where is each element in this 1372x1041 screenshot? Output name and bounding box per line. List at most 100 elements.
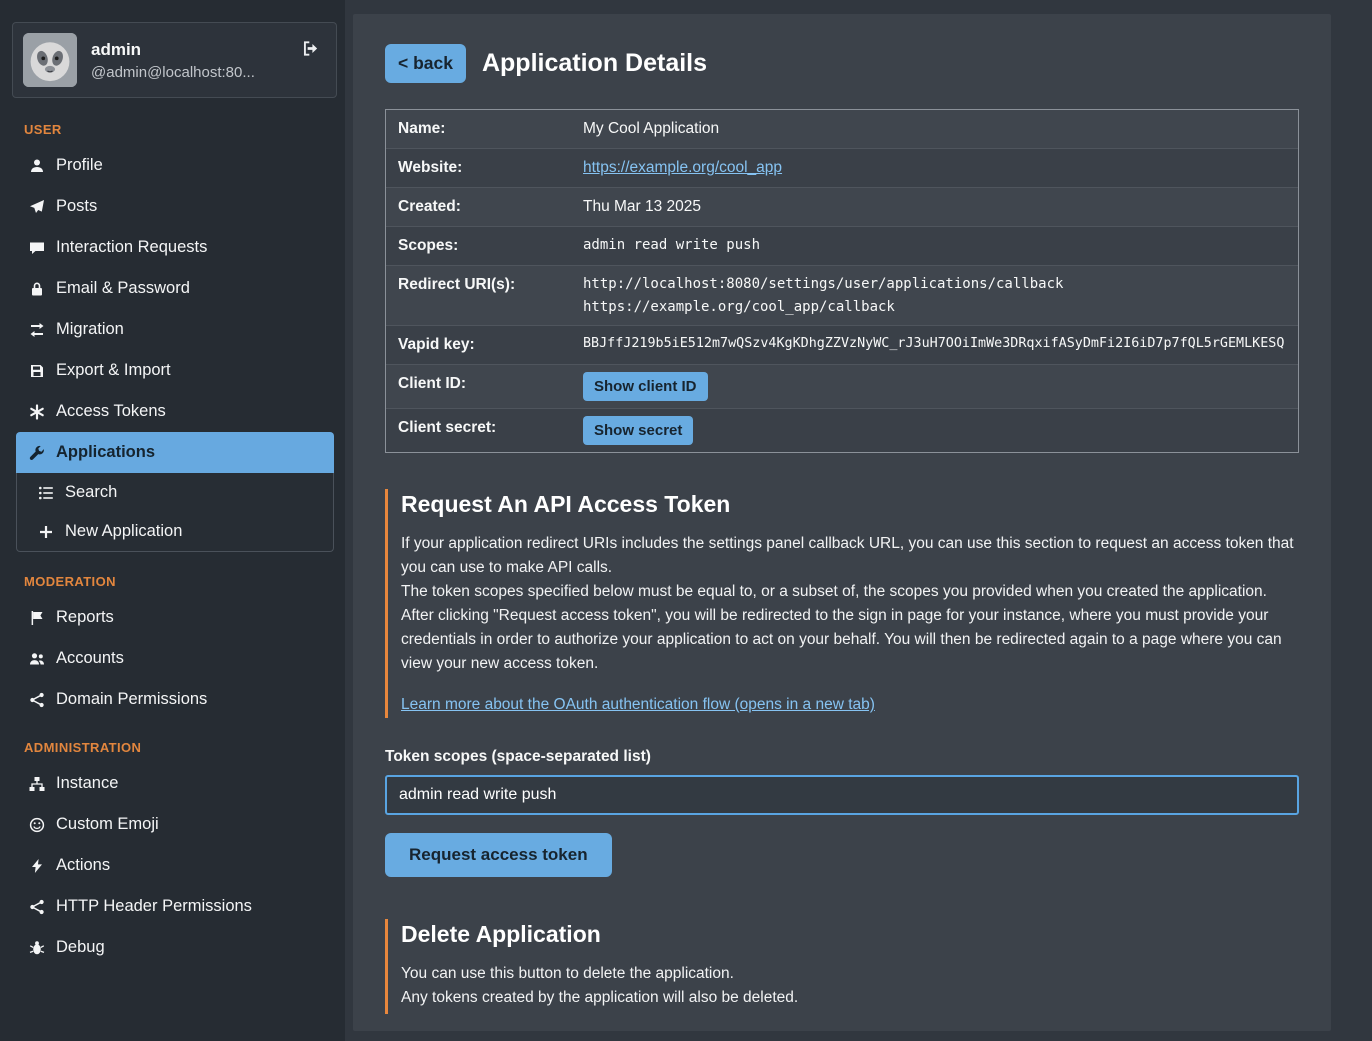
- sidebar-item-label: Actions: [56, 856, 110, 875]
- request-token-heading: Request An API Access Token: [401, 491, 1299, 518]
- user-meta: admin @admin@localhost:80...: [91, 40, 255, 81]
- sidebar-item-label: Accounts: [56, 649, 124, 668]
- row-label: Created:: [386, 188, 571, 226]
- sidebar-item-posts[interactable]: Posts: [0, 186, 345, 227]
- website-link[interactable]: https://example.org/cool_app: [583, 159, 782, 176]
- users-icon: [28, 651, 46, 667]
- table-row-created: Created: Thu Mar 13 2025: [386, 188, 1298, 227]
- vapid-key-value: BBJffJ219b5iE512m7wQSzv4KgKDhgZZVzNyWC_r…: [571, 326, 1298, 361]
- request-token-paragraph-2: The token scopes specified below must be…: [401, 580, 1299, 604]
- sidebar-item-label: Custom Emoji: [56, 815, 159, 834]
- asterisk-icon: [28, 404, 46, 420]
- nav-group-applications: Applications Search New Application: [16, 432, 334, 552]
- row-label: Redirect URI(s):: [386, 266, 571, 304]
- comment-icon: [28, 240, 46, 256]
- oauth-docs-link[interactable]: Learn more about the OAuth authenticatio…: [401, 696, 875, 714]
- table-row-client-id: Client ID: Show client ID: [386, 365, 1298, 409]
- app-name-value: My Cool Application: [571, 110, 1298, 148]
- sidebar-item-migration[interactable]: Migration: [0, 309, 345, 350]
- row-label: Client ID:: [386, 365, 571, 403]
- section-label-administration: ADMINISTRATION: [0, 720, 345, 763]
- sidebar-item-debug[interactable]: Debug: [0, 927, 345, 968]
- smiley-icon: [28, 817, 46, 833]
- sidebar: admin @admin@localhost:80... USER Profil…: [0, 0, 345, 1041]
- table-row-client-secret: Client secret: Show secret: [386, 409, 1298, 452]
- sidebar-item-label: Export & Import: [56, 361, 171, 380]
- sidebar-item-label: Email & Password: [56, 279, 190, 298]
- save-icon: [28, 363, 46, 379]
- sidebar-item-domain-permissions[interactable]: Domain Permissions: [0, 679, 345, 720]
- redirect-uri-2: https://example.org/cool_app/callback: [583, 299, 1286, 315]
- table-row-redirect-uris: Redirect URI(s): http://localhost:8080/s…: [386, 266, 1298, 326]
- request-token-paragraph-3: After clicking "Request access token", y…: [401, 604, 1299, 676]
- sidebar-item-label: Applications: [56, 443, 155, 462]
- sidebar-item-label: Instance: [56, 774, 118, 793]
- sidebar-item-label: Posts: [56, 197, 97, 216]
- sidebar-item-label: HTTP Header Permissions: [56, 897, 252, 916]
- table-row-vapid-key: Vapid key: BBJffJ219b5iE512m7wQSzv4KgKDh…: [386, 326, 1298, 365]
- flag-icon: [28, 610, 46, 626]
- request-token-paragraph-1: If your application redirect URIs includ…: [401, 532, 1299, 580]
- lock-icon: [28, 281, 46, 297]
- sign-out-icon[interactable]: [301, 39, 320, 63]
- created-value: Thu Mar 13 2025: [571, 188, 1298, 226]
- section-label-moderation: MODERATION: [0, 554, 345, 597]
- sidebar-item-interaction-requests[interactable]: Interaction Requests: [0, 227, 345, 268]
- sidebar-item-label: Search: [65, 483, 117, 502]
- main-area: < back Application Details Name: My Cool…: [345, 0, 1372, 1041]
- scopes-value: admin read write push: [571, 227, 1298, 263]
- token-scopes-label: Token scopes (space-separated list): [385, 748, 1299, 766]
- sidebar-item-label: Migration: [56, 320, 124, 339]
- bug-icon: [28, 940, 46, 956]
- sidebar-item-search[interactable]: Search: [17, 473, 333, 512]
- sitemap-icon: [28, 776, 46, 792]
- delete-line-1: You can use this button to delete the ap…: [401, 962, 1299, 986]
- panel-header: < back Application Details: [385, 44, 1299, 83]
- sidebar-item-http-header-permissions[interactable]: HTTP Header Permissions: [0, 886, 345, 927]
- sidebar-item-instance[interactable]: Instance: [0, 763, 345, 804]
- sidebar-item-export-import[interactable]: Export & Import: [0, 350, 345, 391]
- sidebar-item-email-password[interactable]: Email & Password: [0, 268, 345, 309]
- paper-plane-icon: [28, 199, 46, 215]
- sidebar-item-profile[interactable]: Profile: [0, 145, 345, 186]
- sidebar-item-access-tokens[interactable]: Access Tokens: [0, 391, 345, 432]
- sidebar-item-custom-emoji[interactable]: Custom Emoji: [0, 804, 345, 845]
- list-icon: [37, 485, 55, 501]
- sidebar-item-label: Interaction Requests: [56, 238, 207, 257]
- table-row-website: Website: https://example.org/cool_app: [386, 149, 1298, 188]
- plus-icon: [37, 524, 55, 540]
- sidebar-item-label: New Application: [65, 522, 182, 541]
- sidebar-item-applications[interactable]: Applications: [16, 432, 334, 473]
- sidebar-item-label: Debug: [56, 938, 105, 957]
- applications-submenu: Search New Application: [16, 473, 334, 552]
- wrench-icon: [28, 445, 46, 461]
- section-label-user: USER: [0, 102, 345, 145]
- delete-application-section: Delete Application You can use this butt…: [385, 919, 1299, 1014]
- table-row-name: Name: My Cool Application: [386, 110, 1298, 149]
- application-details-panel: < back Application Details Name: My Cool…: [353, 14, 1331, 1031]
- sidebar-item-new-application[interactable]: New Application: [17, 512, 333, 551]
- back-button[interactable]: < back: [385, 44, 466, 83]
- delete-application-heading: Delete Application: [401, 921, 1299, 948]
- redirect-uri-1: http://localhost:8080/settings/user/appl…: [583, 276, 1286, 292]
- table-row-scopes: Scopes: admin read write push: [386, 227, 1298, 266]
- sidebar-item-actions[interactable]: Actions: [0, 845, 345, 886]
- user-card[interactable]: admin @admin@localhost:80...: [12, 22, 337, 98]
- sidebar-item-label: Reports: [56, 608, 114, 627]
- avatar: [23, 33, 77, 87]
- bolt-icon: [28, 858, 46, 874]
- request-access-token-button[interactable]: Request access token: [385, 833, 612, 877]
- show-secret-button[interactable]: Show secret: [583, 416, 693, 445]
- sidebar-item-reports[interactable]: Reports: [0, 597, 345, 638]
- sidebar-item-label: Profile: [56, 156, 103, 175]
- token-scopes-input[interactable]: [385, 775, 1299, 815]
- details-table: Name: My Cool Application Website: https…: [385, 109, 1299, 453]
- transfer-arrows-icon: [28, 322, 46, 338]
- page-title: Application Details: [482, 49, 707, 78]
- delete-line-2: Any tokens created by the application wi…: [401, 986, 1299, 1010]
- row-label: Scopes:: [386, 227, 571, 265]
- show-client-id-button[interactable]: Show client ID: [583, 372, 708, 401]
- row-label: Name:: [386, 110, 571, 148]
- sidebar-item-accounts[interactable]: Accounts: [0, 638, 345, 679]
- sidebar-item-label: Access Tokens: [56, 402, 166, 421]
